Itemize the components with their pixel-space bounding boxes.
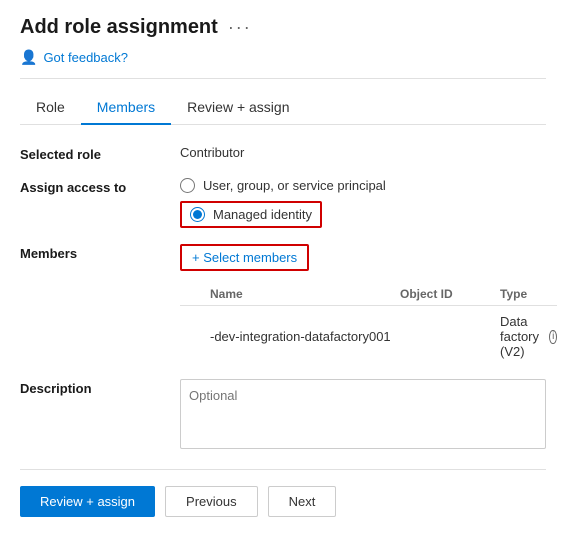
- cell-type-text: Data factory (V2): [500, 314, 545, 359]
- feedback-text: Got feedback?: [43, 50, 128, 65]
- selected-role-row: Selected role Contributor: [20, 145, 546, 162]
- ellipsis-menu-icon[interactable]: ···: [228, 17, 252, 38]
- radio-managed-identity-label: Managed identity: [213, 207, 312, 222]
- selected-role-value: Contributor: [180, 145, 546, 160]
- cell-name: -dev-integration-datafactory001: [180, 329, 400, 344]
- radio-user-group-input[interactable]: [180, 178, 195, 193]
- members-row: Members + Select members Name Object ID …: [20, 244, 546, 363]
- radio-group: User, group, or service principal Manage…: [180, 178, 546, 228]
- footer-divider: [20, 469, 546, 470]
- feedback-icon: 👤: [20, 49, 37, 66]
- info-icon[interactable]: i: [549, 330, 557, 344]
- radio-managed-identity[interactable]: Managed identity: [180, 201, 322, 228]
- previous-button[interactable]: Previous: [165, 486, 258, 517]
- radio-managed-identity-input[interactable]: [190, 207, 205, 222]
- radio-user-group-label: User, group, or service principal: [203, 178, 386, 193]
- table-row: -dev-integration-datafactory001 Data fac…: [180, 310, 557, 363]
- members-table-header: Name Object ID Type: [180, 283, 557, 306]
- radio-user-group[interactable]: User, group, or service principal: [180, 178, 546, 193]
- members-label: Members: [20, 244, 180, 261]
- tab-role[interactable]: Role: [20, 91, 81, 125]
- col-header-name: Name: [180, 287, 400, 301]
- members-table: Name Object ID Type -dev-integration-dat…: [180, 283, 557, 363]
- review-assign-button[interactable]: Review + assign: [20, 486, 155, 517]
- tab-review-assign[interactable]: Review + assign: [171, 91, 305, 125]
- header-divider: [20, 78, 546, 79]
- selected-role-label: Selected role: [20, 145, 180, 162]
- members-value: + Select members Name Object ID Type -de…: [180, 244, 557, 363]
- tabs-container: Role Members Review + assign: [20, 91, 546, 125]
- col-header-objectid: Object ID: [400, 287, 500, 301]
- next-button[interactable]: Next: [268, 486, 337, 517]
- page-title: Add role assignment: [20, 16, 218, 39]
- description-label: Description: [20, 379, 180, 396]
- footer-buttons: Review + assign Previous Next: [20, 486, 546, 517]
- assign-access-label: Assign access to: [20, 178, 180, 195]
- select-members-button[interactable]: + Select members: [180, 244, 309, 271]
- assign-access-value: User, group, or service principal Manage…: [180, 178, 546, 228]
- tab-members[interactable]: Members: [81, 91, 171, 125]
- feedback-link[interactable]: 👤 Got feedback?: [20, 49, 546, 66]
- description-row: Description: [20, 379, 546, 449]
- cell-type: Data factory (V2) i: [500, 314, 557, 359]
- col-header-type: Type: [500, 287, 557, 301]
- description-textarea[interactable]: [180, 379, 546, 449]
- assign-access-row: Assign access to User, group, or service…: [20, 178, 546, 228]
